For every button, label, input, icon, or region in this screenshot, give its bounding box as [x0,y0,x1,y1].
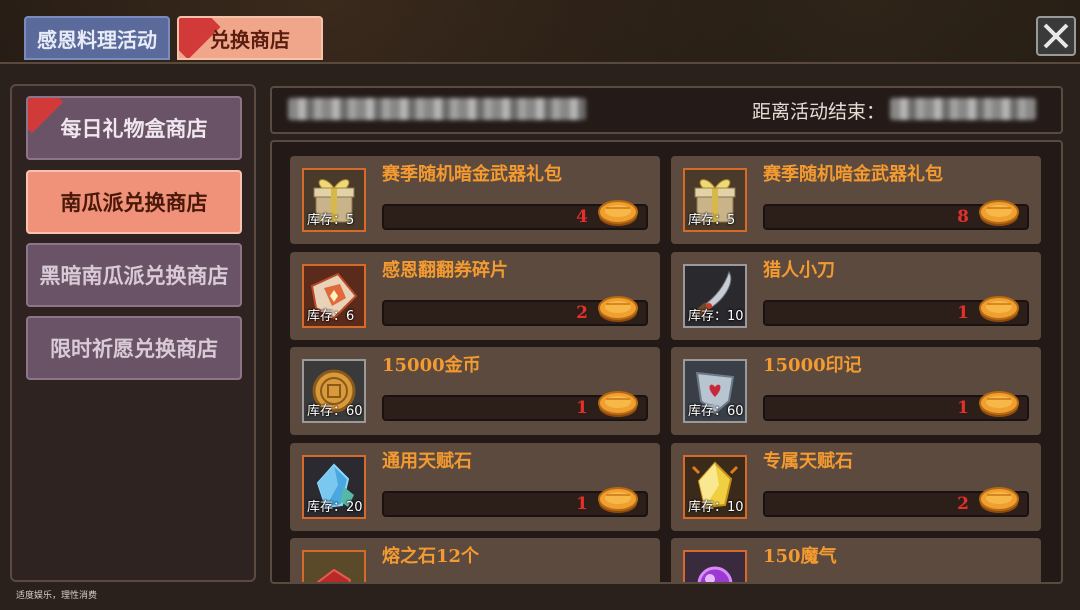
sidebar-item-label: 黑暗南瓜派兑换商店 [39,263,229,288]
pumpkin-pie-icon [979,487,1019,513]
sidebar-item-label: 南瓜派兑换商店 [60,190,208,215]
pumpkin-pie-icon [979,391,1019,417]
pumpkin-pie-icon [979,576,1019,584]
close-icon [1043,23,1069,49]
sidebar-item-limited-wish-shop[interactable]: 限时祈愿兑换商店 [26,316,242,380]
item-name: 赛季随机暗金武器礼包 [763,164,943,185]
exchange-price-button[interactable]: 1 [382,487,648,517]
item-stock: 库存：5 [688,213,736,228]
item-name: 15000印记 [763,355,862,376]
item-price: 2 [957,494,969,514]
item-icon-frame[interactable]: 库存：5 [302,168,366,232]
exchange-price-button[interactable]: 2 [763,487,1029,517]
sidebar-item-label: 每日礼物盒商店 [60,116,208,141]
item-name: 感恩翻翻券碎片 [382,260,508,281]
item-stock: 库存：6 [307,309,355,324]
shop-item-card[interactable]: 库存：10 猎人小刀 1 [671,252,1041,340]
exchange-price-button[interactable]: 4 [382,200,648,230]
item-name: 熔之石12个 [382,546,480,567]
shop-item-card[interactable]: 熔之石12个 [290,538,660,584]
shop-item-card[interactable]: 库存：20 通用天赋石 1 [290,443,660,531]
item-grid: 库存：5 赛季随机暗金武器礼包 4 库存：5 赛季随机暗金武器礼包 8 库存：6… [270,140,1063,584]
shop-item-card[interactable]: 库存：60 15000金币 1 [290,347,660,435]
item-icon-frame[interactable] [683,550,747,582]
countdown-label: 距离活动结束： [752,101,886,123]
item-price: 2 [576,303,588,323]
shop-item-card[interactable]: 库存：6 感恩翻翻券碎片 2 [290,252,660,340]
item-price: 4 [576,207,588,227]
item-name: 通用天赋石 [382,451,472,472]
sidebar-item-dark-pumpkin-pie-shop[interactable]: 黑暗南瓜派兑换商店 [26,243,242,307]
tab-label: 感恩料理活动 [37,27,157,52]
item-name: 专属天赋石 [763,451,853,472]
item-price: 8 [957,207,969,227]
item-price: 1 [576,494,588,514]
pumpkin-pie-icon [598,576,638,584]
item-stock: 库存：60 [688,404,744,419]
item-stock: 库存：10 [688,309,744,324]
item-icon-frame[interactable]: 库存：10 [683,264,747,328]
item-icon-frame[interactable]: 库存：5 [683,168,747,232]
item-stock: 库存：10 [688,500,744,515]
item-stock: 库存：60 [307,404,363,419]
item-name: 猎人小刀 [763,260,835,281]
shop-item-card[interactable]: 库存：60 15000印记 1 [671,347,1041,435]
item-icon-frame[interactable]: 库存：60 [302,359,366,423]
sidebar-item-label: 限时祈愿兑换商店 [50,336,218,361]
exchange-price-button[interactable]: 1 [763,296,1029,326]
item-price: 1 [957,398,969,418]
corner-ribbon-icon [28,98,64,134]
close-button[interactable] [1036,16,1076,56]
pumpkin-pie-icon [979,296,1019,322]
tab-label: 兑换商店 [210,27,290,52]
shop-item-card[interactable]: 150魔气 [671,538,1041,584]
exchange-price-button[interactable]: 2 [382,296,648,326]
pumpkin-pie-icon [598,296,638,322]
item-icon-frame[interactable] [302,550,366,582]
item-stock: 库存：5 [307,213,355,228]
item-icon-frame[interactable]: 库存：6 [302,264,366,328]
shop-item-card[interactable]: 库存：5 赛季随机暗金武器礼包 4 [290,156,660,244]
item-name: 15000金币 [382,355,481,376]
redacted-text [288,98,586,120]
item-icon-frame[interactable]: 库存：10 [683,455,747,519]
item-price: 1 [957,303,969,323]
item-name: 150魔气 [763,546,837,567]
pumpkin-pie-icon [979,200,1019,226]
shop-item-card[interactable]: 库存：10 专属天赋石 2 [671,443,1041,531]
shop-item-card[interactable]: 库存：5 赛季随机暗金武器礼包 8 [671,156,1041,244]
sidebar-item-pumpkin-pie-shop[interactable]: 南瓜派兑换商店 [26,170,242,234]
pumpkin-pie-icon [598,487,638,513]
exchange-price-button[interactable]: 1 [382,391,648,421]
redacted-countdown [890,98,1036,120]
sidebar-item-daily-gift-shop[interactable]: 每日礼物盒商店 [26,96,242,160]
footnote: 适度娱乐，理性消费 [16,591,98,601]
exchange-price-button[interactable]: 1 [763,391,1029,421]
exchange-price-button[interactable]: 8 [763,200,1029,230]
pumpkin-pie-icon [598,200,638,226]
shop-sidebar: 每日礼物盒商店 南瓜派兑换商店 黑暗南瓜派兑换商店 限时祈愿兑换商店 [10,84,256,582]
tab-exchange-shop[interactable]: 兑换商店 [177,16,323,60]
pumpkin-pie-icon [598,391,638,417]
tab-thanks-cooking-event[interactable]: 感恩料理活动 [24,16,170,60]
item-icon-frame[interactable]: 库存：20 [302,455,366,519]
item-stock: 库存：20 [307,500,363,515]
item-name: 赛季随机暗金武器礼包 [382,164,562,185]
item-icon-frame[interactable]: 库存：60 [683,359,747,423]
item-price: 1 [576,398,588,418]
